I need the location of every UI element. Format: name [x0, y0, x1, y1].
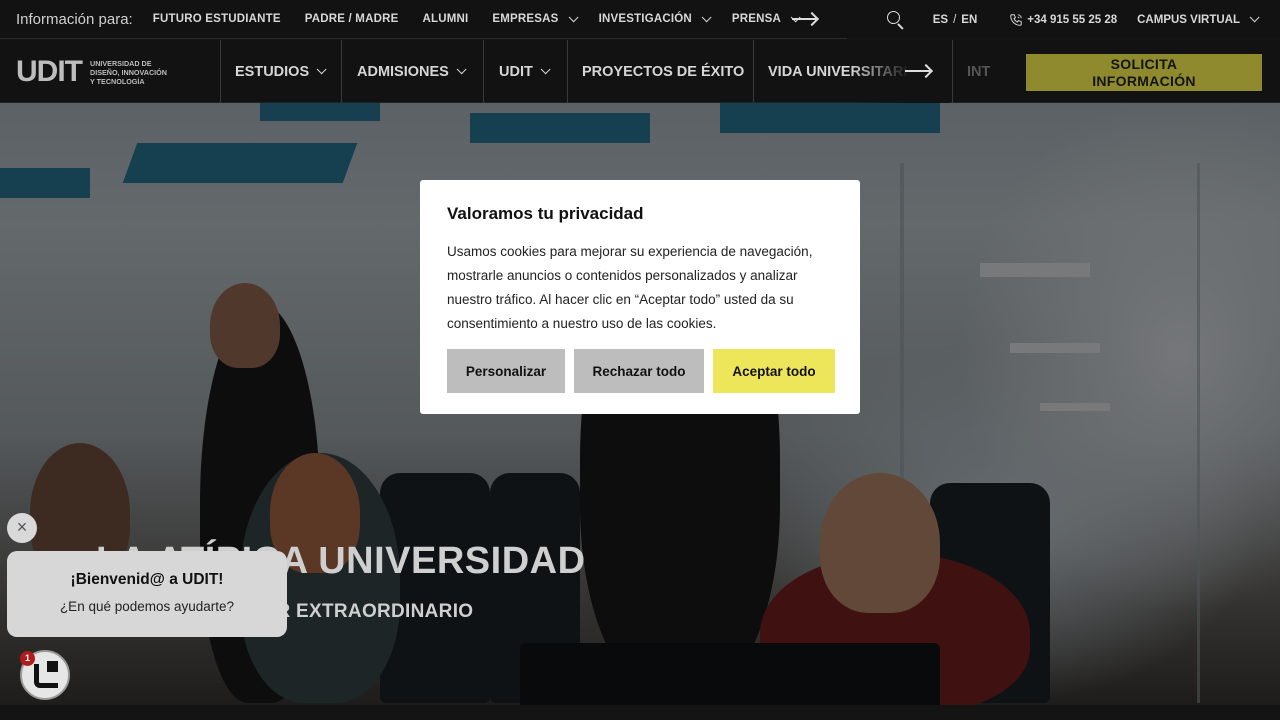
logo-text: UNIVERSIDAD DE DISEÑO, INNOVACIÓN Y TECN… — [90, 59, 167, 86]
nav-divider — [220, 40, 221, 103]
udit-logo[interactable]: UDIT UNIVERSIDAD DE DISEÑO, INNOVACIÓN Y… — [16, 55, 167, 88]
audience-link-prensa[interactable]: PRENSA — [731, 11, 801, 25]
cookie-title: Valoramos tu privacidad — [447, 204, 644, 223]
lang-en-link[interactable]: EN — [961, 14, 977, 26]
lang-es-link[interactable]: ES — [933, 14, 948, 26]
nav-item-udit[interactable]: UDIT — [499, 40, 551, 103]
cookie-body: Usamos cookies para mejorar su experienc… — [447, 244, 813, 331]
cookie-actions: Personalizar Rechazar todo Aceptar todo — [447, 349, 835, 393]
nav-divider — [753, 40, 754, 103]
nav-divider — [341, 40, 342, 103]
main-navigation: UDIT UNIVERSIDAD DE DISEÑO, INNOVACIÓN Y… — [0, 40, 1280, 103]
lang-separator: / — [953, 13, 957, 26]
audience-link-label: PRENSA — [731, 13, 782, 25]
bottom-strip — [0, 705, 1280, 720]
audience-link-investigacion[interactable]: INVESTIGACIÓN — [598, 11, 712, 25]
chat-logo-square — [47, 661, 58, 672]
logo-text-line: DISEÑO, INNOVACIÓN — [90, 67, 167, 77]
cookie-consent-dialog: Valoramos tu privacidad Usamos cookies p… — [420, 180, 860, 414]
logo-text-line: UNIVERSIDAD DE — [90, 58, 152, 68]
language-switcher: ES / EN — [933, 14, 978, 26]
campus-virtual-link[interactable]: CAMPUS VIRTUAL — [1137, 12, 1260, 26]
chevron-down-icon — [540, 64, 551, 75]
chevron-down-icon — [701, 11, 712, 22]
audience-link-padre-madre[interactable]: PADRE / MADRE — [305, 13, 399, 25]
customize-button[interactable]: Personalizar — [447, 349, 565, 393]
search-icon[interactable] — [886, 10, 905, 29]
audience-link-label: EMPRESAS — [492, 13, 559, 25]
nav-item-label: UDIT — [499, 63, 533, 80]
reject-all-button[interactable]: Rechazar todo — [574, 349, 704, 393]
nav-item-estudios[interactable]: ESTUDIOS — [235, 40, 327, 103]
nav-item-label: INT — [967, 63, 991, 80]
audience-bar: Información para: FUTURO ESTUDIANTE PADR… — [0, 0, 1280, 39]
nav-divider — [567, 40, 568, 103]
chat-greeting: ¡Bienvenid@ a UDIT! — [70, 571, 224, 588]
notification-badge: 1 — [20, 651, 35, 666]
utility-links: ES / EN +34 915 55 25 28 CAMPUS VIRTUAL — [846, 0, 1280, 39]
chat-close-icon[interactable]: × — [7, 513, 37, 543]
nav-scroll-arrow-icon[interactable] — [905, 63, 934, 79]
chevron-down-icon — [316, 64, 327, 75]
chevron-down-icon — [568, 11, 579, 22]
campus-virtual-label: CAMPUS VIRTUAL — [1137, 13, 1240, 26]
audience-link-label: ALUMNI — [422, 13, 469, 25]
nav-item-label: ADMISIONES — [357, 63, 449, 80]
audience-link-label: INVESTIGACIÓN — [598, 13, 692, 25]
logo-mark: UDIT — [16, 55, 83, 88]
nav-divider — [952, 40, 953, 103]
nav-item-int[interactable]: INT — [967, 40, 990, 103]
nav-item-label: ESTUDIOS — [235, 63, 310, 80]
nav-divider — [483, 40, 484, 103]
audience-link-label: FUTURO ESTUDIANTE — [152, 13, 281, 25]
phone-link[interactable]: +34 915 55 25 28 — [1009, 13, 1117, 27]
audience-link-futuro-estudiante[interactable]: FUTURO ESTUDIANTE — [153, 13, 281, 25]
audience-link-empresas[interactable]: EMPRESAS — [492, 11, 579, 25]
request-info-button[interactable]: SOLICITA INFORMACIÓN — [1026, 54, 1262, 91]
scroll-right-arrow-icon[interactable] — [792, 11, 820, 27]
phone-number: +34 915 55 25 28 — [1027, 13, 1118, 26]
nav-item-proyectos[interactable]: PROYECTOS DE ÉXITO — [582, 40, 744, 103]
nav-item-label: PROYECTOS DE ÉXITO — [582, 63, 745, 80]
nav-item-admisiones[interactable]: ADMISIONES — [357, 40, 467, 103]
chat-question: ¿En qué podemos ayudarte? — [59, 599, 235, 614]
chevron-down-icon — [456, 64, 467, 75]
audience-label: Información para: — [16, 10, 133, 28]
chevron-down-icon — [1249, 12, 1260, 23]
audience-link-label: PADRE / MADRE — [304, 13, 399, 25]
chat-greeting-bubble[interactable]: ¡Bienvenid@ a UDIT! ¿En qué podemos ayud… — [7, 551, 287, 637]
accept-all-button[interactable]: Aceptar todo — [713, 349, 835, 393]
phone-icon — [1010, 13, 1022, 26]
logo-text-line: Y TECNOLOGÍA — [90, 76, 145, 86]
audience-link-alumni[interactable]: ALUMNI — [422, 13, 468, 25]
page: Información para: FUTURO ESTUDIANTE PADR… — [0, 0, 1280, 720]
nav-fade-overlay — [850, 40, 950, 103]
request-info-label: SOLICITA INFORMACIÓN — [1092, 55, 1196, 89]
